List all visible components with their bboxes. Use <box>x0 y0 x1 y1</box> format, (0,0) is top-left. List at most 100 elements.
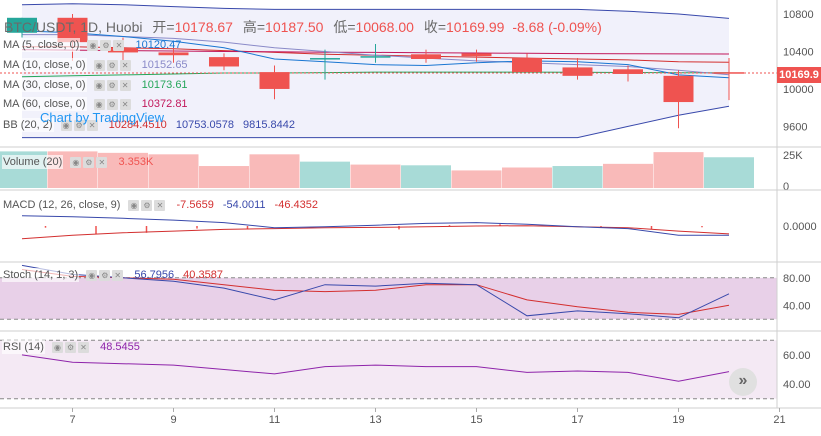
low-label: 低= <box>333 19 356 35</box>
close-label: 收= <box>423 19 447 35</box>
legend-rsi-value: 48.5455 <box>100 341 140 353</box>
legend-stoch[interactable]: Stoch (14, 1, 3) ◉ ⚙ ✕ 56.7956 40.3587 <box>2 268 223 282</box>
scroll-to-realtime-button[interactable]: » <box>729 368 757 396</box>
volume-bar-20 <box>704 157 754 188</box>
volume-bar-19 <box>653 152 704 188</box>
candle-body-18 <box>613 69 643 74</box>
settings-icon[interactable]: ⚙ <box>65 341 77 353</box>
volume-bar-16 <box>502 167 552 188</box>
candle-body-20 <box>714 72 744 74</box>
volume-bar-10 <box>199 166 249 188</box>
volume-tick-25k: 25K <box>783 150 803 162</box>
legend-stoch-d: 40.3587 <box>183 269 223 281</box>
legend-ma60[interactable]: MA (60, close, 0) ◉ ⚙ ✕ 10372.81 <box>2 97 188 111</box>
eye-icon[interactable]: ◉ <box>93 59 105 71</box>
legend-rsi-label: RSI (14) <box>2 340 45 354</box>
price-tick-9600: 9600 <box>783 121 807 133</box>
legend-ma30-label: MA (30, close, 0) <box>2 78 87 92</box>
open-value: 10178.67 <box>174 19 233 35</box>
volume-bar-12 <box>300 161 350 188</box>
price-tick-10800: 10800 <box>783 9 814 21</box>
volume-bar-14 <box>401 165 451 188</box>
volume-bar-9 <box>148 154 199 188</box>
close-icon[interactable]: ✕ <box>78 341 90 353</box>
candle-body-15 <box>461 53 492 57</box>
candle-body-10 <box>209 57 239 67</box>
legend-macd-signal: -46.4352 <box>274 199 318 211</box>
x-tick-21: 21 <box>773 414 785 426</box>
legend-rsi[interactable]: RSI (14) ◉ ⚙ ✕ 48.5455 <box>2 340 140 354</box>
settings-icon[interactable]: ⚙ <box>106 79 118 91</box>
candle-body-12 <box>310 58 340 60</box>
volume-bar-11 <box>249 154 300 188</box>
eye-icon[interactable]: ◉ <box>86 269 98 281</box>
candle-body-14 <box>411 54 441 59</box>
legend-macd[interactable]: MACD (12, 26, close, 9) ◉ ⚙ ✕ -7.5659 -54.… <box>2 198 318 212</box>
volume-tick-0: 0 <box>783 181 789 193</box>
eye-icon[interactable]: ◉ <box>70 156 82 168</box>
legend-ma10-label: MA (10, close, 0) <box>2 58 87 72</box>
legend-stoch-label: Stoch (14, 1, 3) <box>2 268 80 282</box>
candle-body-11 <box>259 72 290 89</box>
macd-signal-line <box>21 225 730 240</box>
watermark-text: Chart by TradingView <box>40 110 165 125</box>
rsi-tick-40: 40.00 <box>783 379 811 391</box>
volume-bar-15 <box>451 170 502 188</box>
last-price-tag: 10169.9 <box>777 67 821 83</box>
legend-macd-line: -54.0011 <box>222 199 266 211</box>
eye-icon[interactable]: ◉ <box>93 79 105 91</box>
legend-stoch-k: 56.7956 <box>134 269 175 281</box>
close-icon[interactable]: ✕ <box>113 39 125 51</box>
legend-macd-label: MACD (12, 26, close, 9) <box>2 198 122 212</box>
close-icon[interactable]: ✕ <box>154 199 166 211</box>
rsi-tick-60: 60.00 <box>783 350 811 362</box>
candle-body-9 <box>158 52 189 56</box>
close-icon[interactable]: ✕ <box>112 269 124 281</box>
legend-ma60-label: MA (60, close, 0) <box>2 97 87 111</box>
settings-icon[interactable]: ⚙ <box>83 156 95 168</box>
legend-volume[interactable]: Volume (20) ◉ ⚙ ✕ 3.353K <box>2 155 153 169</box>
legend-ma30[interactable]: MA (30, close, 0) ◉ ⚙ ✕ 10173.61 <box>2 78 188 92</box>
stoch-tick-80: 80.00 <box>783 273 811 285</box>
x-tick-19: 19 <box>672 414 684 426</box>
volume-bar-18 <box>603 163 653 188</box>
settings-icon[interactable]: ⚙ <box>99 269 111 281</box>
x-tick-7: 7 <box>69 414 75 426</box>
open-label: 开= <box>152 19 175 35</box>
x-tick-9: 9 <box>170 414 176 426</box>
change-value: -8.68 (-0.09%) <box>512 19 602 35</box>
close-icon[interactable]: ✕ <box>119 98 131 110</box>
settings-icon[interactable]: ⚙ <box>106 59 118 71</box>
x-tick-11: 11 <box>269 414 280 426</box>
legend-ma5[interactable]: MA (5, close, 0) ◉ ⚙ ✕ 10120.47 <box>2 38 181 52</box>
legend-ma5-label: MA (5, close, 0) <box>2 38 81 52</box>
macd-tick-0: 0.0000 <box>783 221 817 233</box>
legend-ma10[interactable]: MA (10, close, 0) ◉ ⚙ ✕ 10152.65 <box>2 58 188 72</box>
candle-body-17 <box>562 67 593 76</box>
tradingview-watermark[interactable]: Chart by TradingView <box>40 110 164 125</box>
price-tick-10000: 10000 <box>783 84 814 96</box>
settings-icon[interactable]: ⚙ <box>100 39 112 51</box>
close-icon[interactable]: ✕ <box>119 79 131 91</box>
candle-body-19 <box>663 75 694 103</box>
legend-volume-label: Volume (20) <box>2 155 64 169</box>
legend-volume-value: 3.353K <box>118 156 154 168</box>
close-icon[interactable]: ✕ <box>119 59 131 71</box>
eye-icon[interactable]: ◉ <box>128 199 140 211</box>
settings-icon[interactable]: ⚙ <box>141 199 153 211</box>
high-label: 高= <box>242 19 266 35</box>
close-icon[interactable]: ✕ <box>96 156 108 168</box>
legend-macd-hist: -7.5659 <box>176 199 214 211</box>
settings-icon[interactable]: ⚙ <box>106 98 118 110</box>
eye-icon[interactable]: ◉ <box>93 98 105 110</box>
stoch-tick-40: 40.00 <box>783 300 811 312</box>
x-tick-13: 13 <box>369 414 381 426</box>
eye-icon[interactable]: ◉ <box>87 39 99 51</box>
candle-body-16 <box>512 58 542 73</box>
double-chevron-right-icon: » <box>738 372 748 389</box>
close-value: 10169.99 <box>446 19 505 35</box>
legend-ma30-value: 10173.61 <box>141 79 188 91</box>
legend-bb-upper: 10753.0578 <box>175 119 234 131</box>
legend-ma5-value: 10120.47 <box>135 39 182 51</box>
eye-icon[interactable]: ◉ <box>52 341 64 353</box>
